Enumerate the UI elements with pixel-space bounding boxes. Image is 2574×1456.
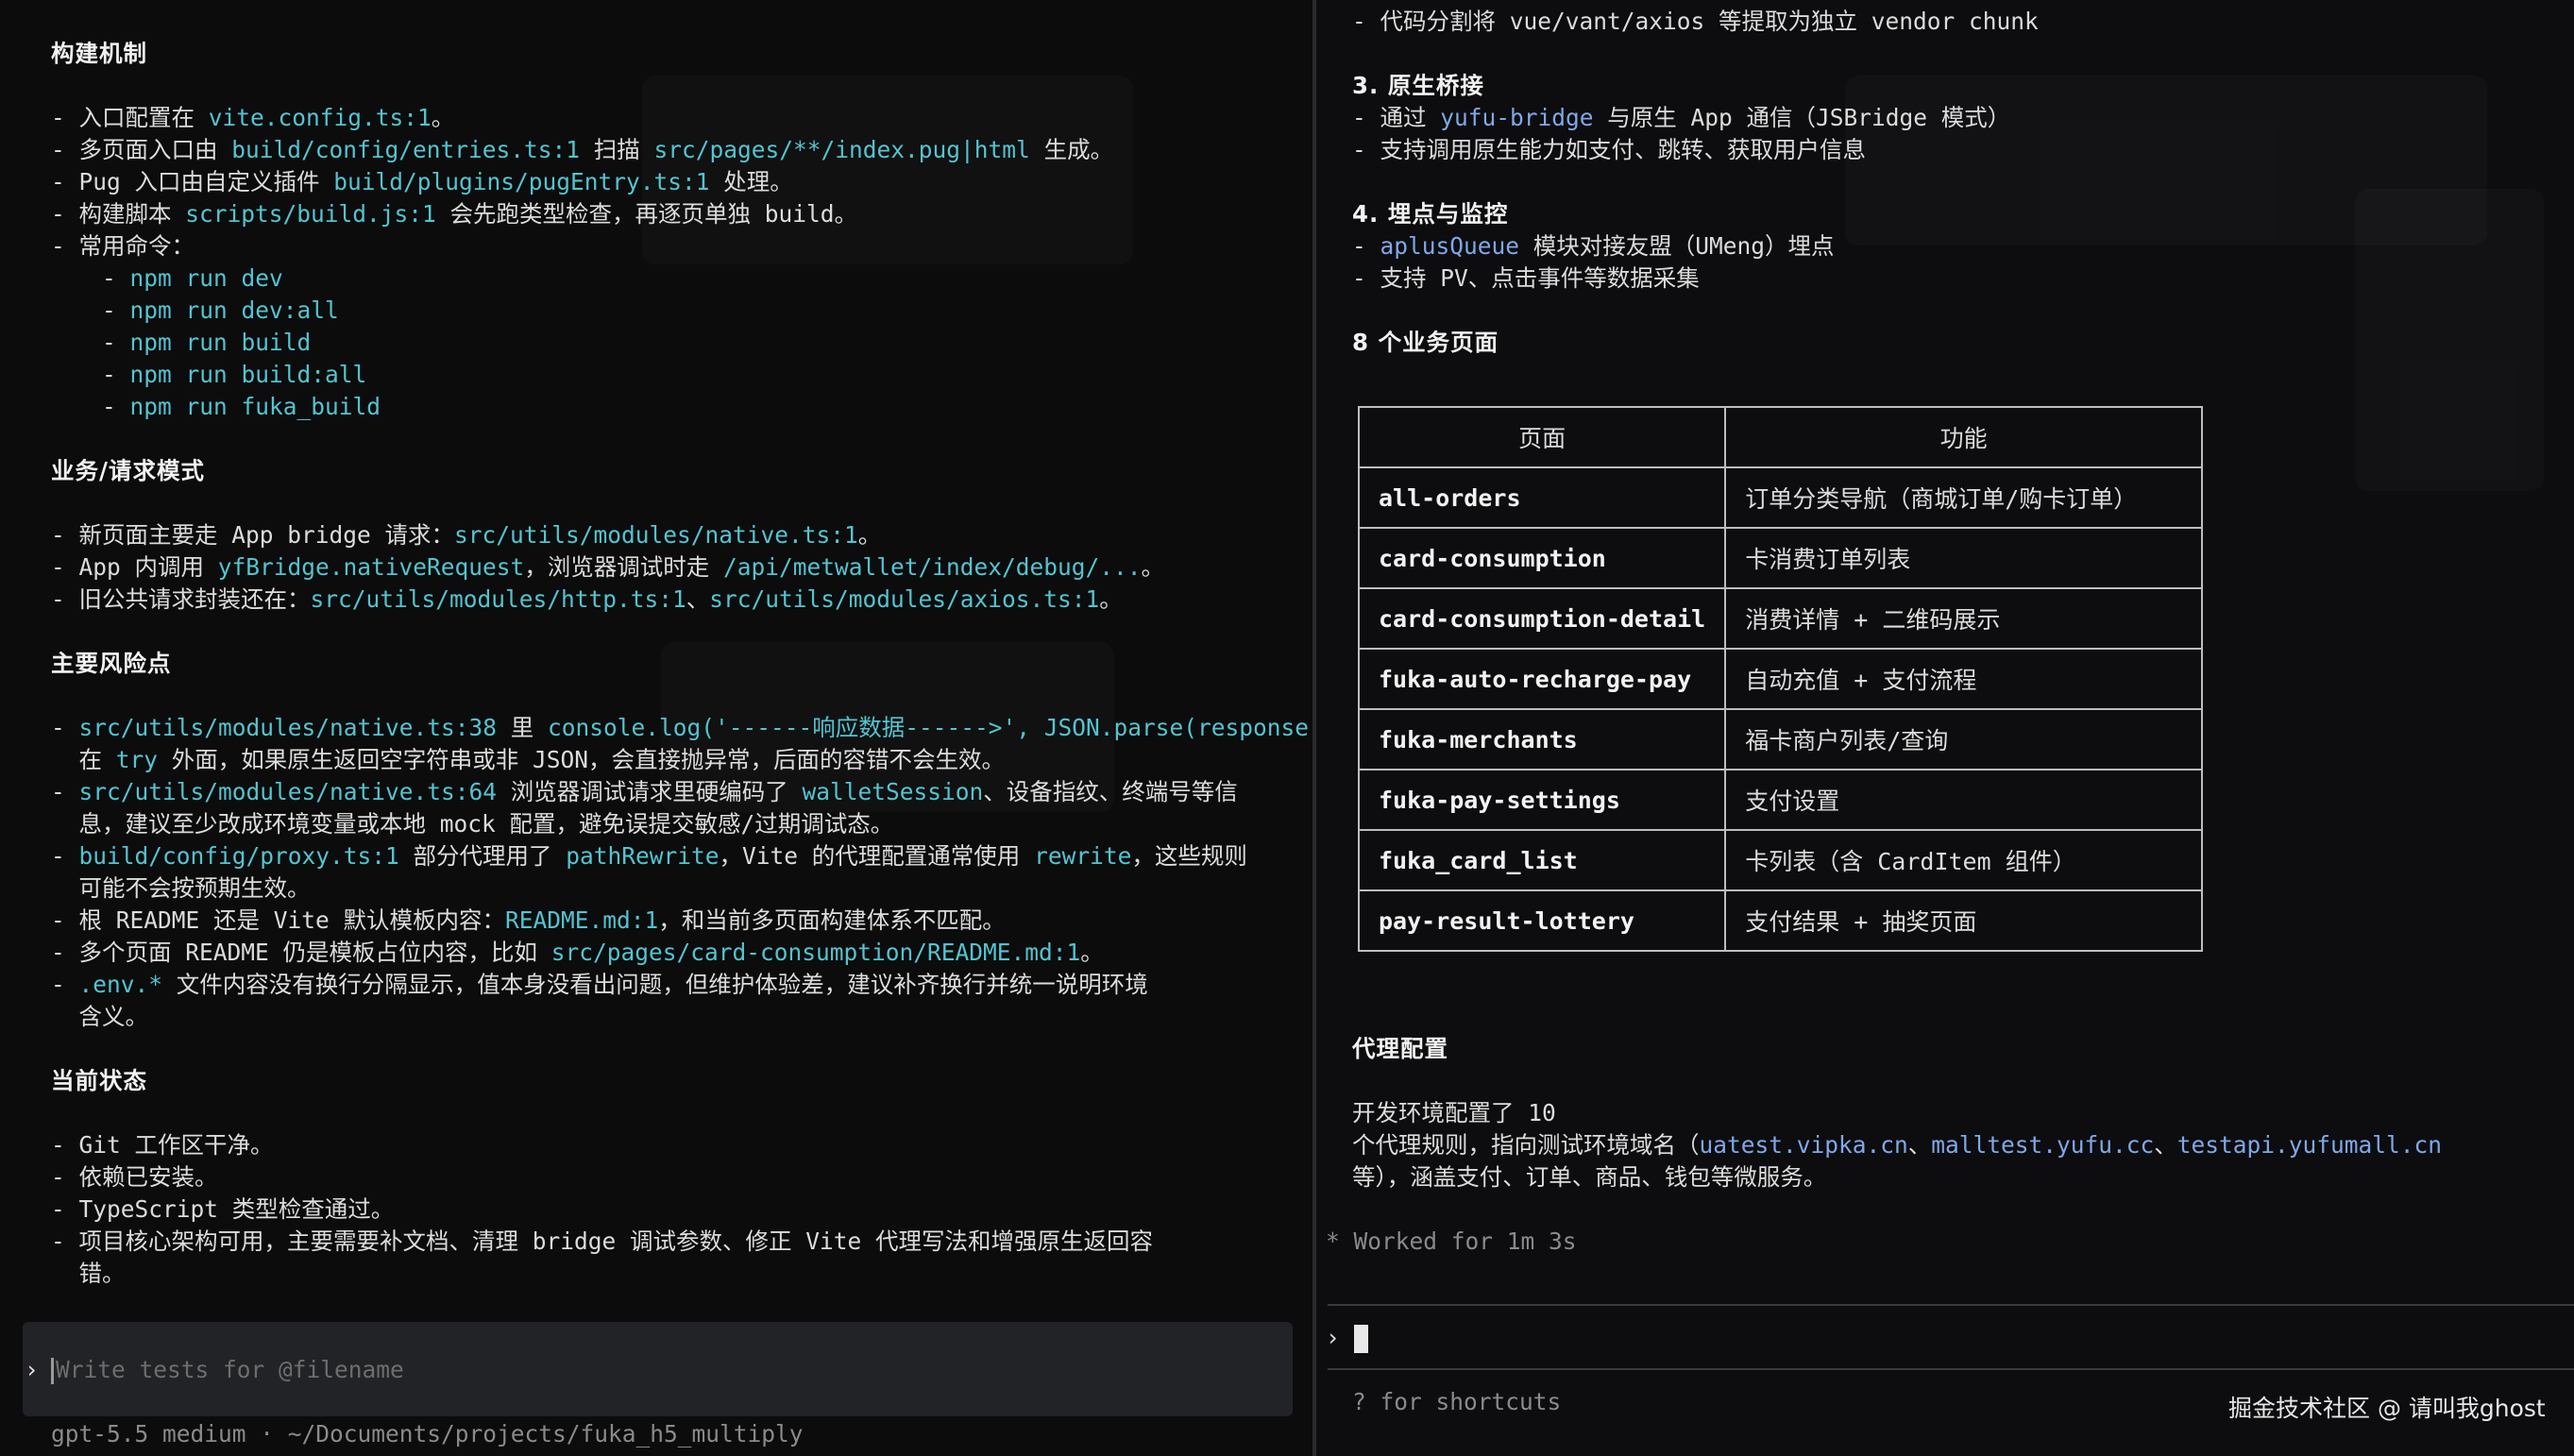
table-header-page: 页面	[1357, 406, 1727, 468]
page-function-cell: 卡消费订单列表	[1724, 527, 2204, 589]
table-row: fuka-auto-recharge-pay 自动充值 + 支付流程	[1357, 648, 2204, 710]
section-title-risks: 主要风险点	[51, 650, 172, 677]
status-line: 错。	[51, 1260, 126, 1287]
status-line: - 项目核心架构可用，主要需要补文档、清理 bridge 调试参数、修正 Vit…	[51, 1227, 1153, 1255]
status-line: - Git 工作区干净。	[51, 1131, 274, 1159]
page-name-cell: fuka-pay-settings	[1357, 769, 1727, 831]
section-title-build: 构建机制	[51, 40, 147, 67]
table-header-row: 页面 功能	[1357, 406, 2204, 468]
risk-line: - 多个页面 README 仍是模板占位内容，比如 src/pages/card…	[51, 939, 1104, 966]
block-cursor	[1353, 1325, 1368, 1353]
model-status-footer: gpt-5.5 medium · ~/Documents/projects/fu…	[51, 1420, 804, 1448]
watermark: 掘金技术社区 @ 请叫我ghost	[2228, 1395, 2546, 1422]
table-row: pay-result-lottery 支付结果 + 抽奖页面	[1357, 889, 2204, 952]
command-item: - npm run dev	[102, 264, 283, 292]
risk-line: 息，建议至少改成环境变量或本地 mock 配置，避免误提交敏感/过期调试态。	[51, 810, 894, 838]
page-function-cell: 自动充值 + 支付流程	[1724, 648, 2204, 710]
pages-table: 页面 功能 all-orders 订单分类导航（商城订单/购卡订单） card-c…	[1357, 406, 2204, 952]
section-title-business: 业务/请求模式	[51, 457, 205, 484]
build-line-1: - 入口配置在 vite.config.ts:1。	[51, 104, 455, 131]
command-item: - npm run build	[102, 329, 312, 356]
page-name-cell: card-consumption	[1357, 527, 1727, 589]
table-row: fuka_card_list 卡列表（含 CardItem 组件）	[1357, 829, 2204, 891]
section-title-proxy: 代理配置	[1352, 1035, 1448, 1062]
bridge-line-1: - 通过 yufu-bridge 与原生 App 通信（JSBridge 模式）	[1352, 104, 2011, 131]
proxy-line-2: 个代理规则，指向测试环境域名（uatest.vipka.cn、malltest.…	[1352, 1131, 2443, 1159]
page-function-cell: 消费详情 + 二维码展示	[1724, 587, 2204, 650]
table-row: fuka-merchants 福卡商户列表/查询	[1357, 708, 2204, 770]
prompt-chevron-icon: ›	[25, 1356, 39, 1383]
page-function-cell: 支付结果 + 抽奖页面	[1724, 889, 2204, 952]
prompt-chevron-icon: ›	[1326, 1324, 1340, 1351]
vendor-chunk-line: - 代码分割将 vue/vant/axios 等提取为独立 vendor chu…	[1352, 8, 2039, 35]
left-terminal-pane: 构建机制 - 入口配置在 vite.config.ts:1。 - 多页面入口由 …	[0, 0, 1312, 1456]
shortcuts-hint: ? for shortcuts	[1352, 1388, 1562, 1415]
section-title-tracking: 4. 埋点与监控	[1352, 200, 1509, 228]
risk-line: 可能不会按预期生效。	[51, 874, 311, 902]
section-title-native-bridge: 3. 原生桥接	[1352, 72, 1484, 99]
command-item: - npm run dev:all	[102, 296, 339, 324]
right-terminal-pane: - 代码分割将 vue/vant/axios 等提取为独立 vendor chu…	[1316, 0, 2574, 1456]
prompt-input-right[interactable]: ›	[1326, 1322, 1368, 1354]
table-row: all-orders 订单分类导航（商城订单/购卡订单）	[1357, 466, 2204, 529]
risk-line: 含义。	[51, 1003, 149, 1030]
status-line: - 依赖已安装。	[51, 1163, 218, 1191]
section-title-pages: 8 个业务页面	[1352, 329, 1499, 356]
page-function-cell: 订单分类导航（商城订单/购卡订单）	[1724, 466, 2204, 529]
table-header-function: 功能	[1724, 406, 2204, 468]
page-name-cell: pay-result-lottery	[1357, 889, 1727, 952]
text-caret	[51, 1358, 54, 1384]
table-row: card-consumption 卡消费订单列表	[1357, 527, 2204, 589]
bridge-line-2: - 支持调用原生能力如支付、跳转、获取用户信息	[1352, 136, 1866, 163]
page-name-cell: all-orders	[1357, 466, 1727, 529]
command-item: - npm run build:all	[102, 361, 367, 388]
page-name-cell: card-consumption-detail	[1357, 587, 1727, 650]
biz-line-3: - 旧公共请求封装还在：src/utils/modules/http.ts:1、…	[51, 585, 1123, 613]
status-line: - TypeScript 类型检查通过。	[51, 1195, 395, 1223]
section-title-status: 当前状态	[51, 1067, 147, 1094]
build-line-4: - 构建脚本 scripts/build.js:1 会先跑类型检查，再逐页单独 …	[51, 200, 858, 228]
page-name-cell: fuka-auto-recharge-pay	[1357, 648, 1727, 710]
page-name-cell: fuka-merchants	[1357, 708, 1727, 770]
risk-line: - src/utils/modules/native.ts:64 浏览器调试请求…	[51, 778, 1238, 805]
table-row: card-consumption-detail 消费详情 + 二维码展示	[1357, 587, 2204, 650]
biz-line-1: - 新页面主要走 App bridge 请求：src/utils/modules…	[51, 521, 882, 549]
biz-line-2: - App 内调用 yfBridge.nativeRequest，浏览器调试时走…	[51, 553, 1165, 581]
page-function-cell: 支付设置	[1724, 769, 2204, 831]
page-function-cell: 卡列表（含 CardItem 组件）	[1724, 829, 2204, 891]
proxy-line-3: 等），涵盖支付、订单、商品、钱包等微服务。	[1352, 1163, 1827, 1191]
risk-line: - .env.* 文件内容没有换行分隔显示，值本身没看出问题，但维护体验差，建议…	[51, 971, 1148, 998]
input-bottom-rule	[1328, 1368, 2574, 1370]
build-line-3: - Pug 入口由自定义插件 build/plugins/pugEntry.ts…	[51, 168, 793, 195]
risk-line: - build/config/proxy.ts:1 部分代理用了 pathRew…	[51, 842, 1247, 870]
background-ghost	[1845, 76, 2487, 245]
page-name-cell: fuka_card_list	[1357, 829, 1727, 891]
tracking-line-2: - 支持 PV、点击事件等数据采集	[1352, 264, 1700, 292]
page-function-cell: 福卡商户列表/查询	[1724, 708, 2204, 770]
build-line-2: - 多页面入口由 build/config/entries.ts:1 扫描 sr…	[51, 136, 1114, 163]
commands-label: - 常用命令：	[51, 232, 195, 260]
prompt-input[interactable]: Write tests for @filename	[51, 1354, 404, 1386]
input-top-rule	[1328, 1304, 2574, 1306]
command-item: - npm run fuka_build	[102, 393, 381, 420]
proxy-line-1: 开发环境配置了 10	[1352, 1099, 1556, 1126]
risk-line: - src/utils/modules/native.ts:38 里 conso…	[51, 714, 1312, 741]
tracking-line-1: - aplusQueue 模块对接友盟（UMeng）埋点	[1352, 232, 1835, 260]
risk-line: 在 try 外面，如果原生返回空字符串或非 JSON，会直接抛异常，后面的容错不…	[51, 746, 1006, 773]
table-row: fuka-pay-settings 支付设置	[1357, 769, 2204, 831]
risk-line: - 根 README 还是 Vite 默认模板内容：README.md:1，和当…	[51, 906, 1006, 934]
worked-duration: * Worked for 1m 3s	[1326, 1227, 1577, 1255]
